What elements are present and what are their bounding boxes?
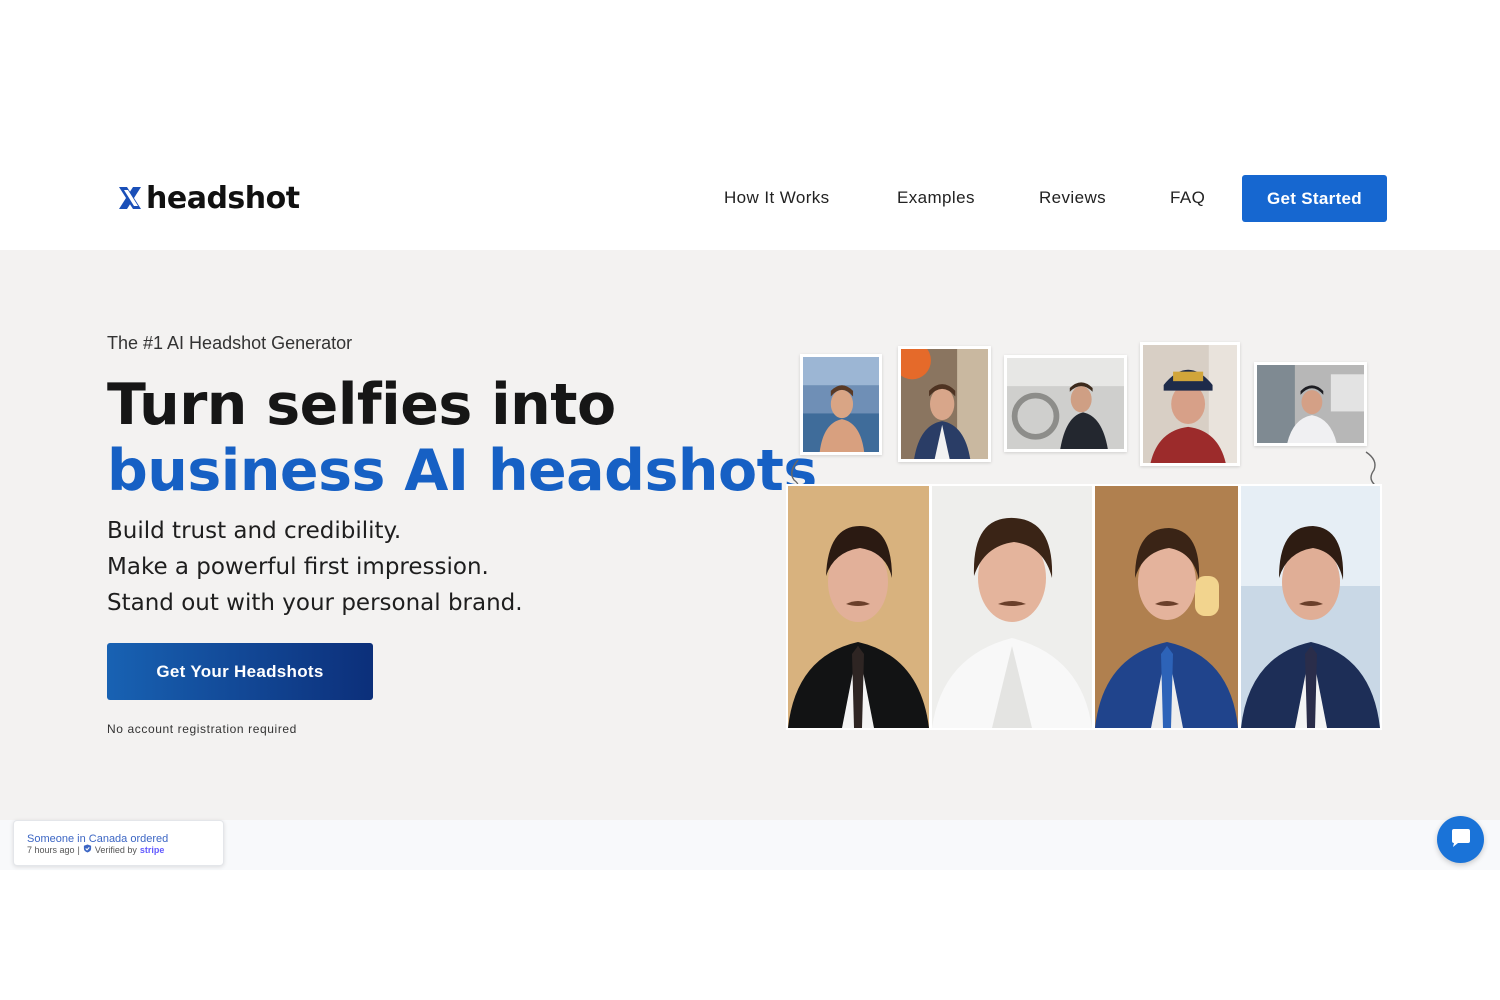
toast-divider: | <box>77 844 80 855</box>
nav-how-it-works[interactable]: How It Works <box>724 188 830 208</box>
nav-reviews[interactable]: Reviews <box>1039 188 1106 208</box>
get-your-headshots-button[interactable]: Get Your Headshots <box>107 643 373 700</box>
order-notification-toast[interactable]: Someone in Canada ordered 7 hours ago | … <box>13 820 224 866</box>
top-whitespace <box>0 0 1500 150</box>
logo[interactable]: headshot <box>116 180 300 216</box>
nav-faq[interactable]: FAQ <box>1170 188 1205 208</box>
toast-meta: 7 hours ago | Verified by stripe <box>27 844 164 855</box>
selfie-image <box>800 354 882 455</box>
chat-bubble-icon <box>1449 826 1473 853</box>
headshot-image <box>788 486 929 728</box>
headshot-results-strip <box>786 484 1382 730</box>
chat-launcher-button[interactable] <box>1437 816 1484 863</box>
headshot-image <box>932 486 1092 728</box>
nav-examples[interactable]: Examples <box>897 188 975 208</box>
bottom-band <box>0 820 1500 870</box>
selfie-image <box>1004 355 1127 452</box>
headshot-image <box>1095 486 1238 728</box>
stripe-logo: stripe <box>139 844 165 855</box>
hero-bullet: Build trust and credibility. <box>107 518 402 544</box>
logo-text: headshot <box>146 180 300 216</box>
get-started-button[interactable]: Get Started <box>1242 175 1387 222</box>
x-logo-icon <box>116 184 144 212</box>
hero-bullet: Make a powerful first impression. <box>107 554 489 580</box>
selfie-image <box>898 346 991 462</box>
toast-time: 7 hours ago <box>27 844 75 855</box>
selfie-image <box>1140 342 1240 466</box>
selfie-image <box>1254 362 1367 446</box>
hero-headline-line1: Turn selfies into <box>107 372 616 438</box>
shield-check-icon <box>83 844 92 855</box>
hero-bullet: Stand out with your personal brand. <box>107 590 523 616</box>
headshot-image <box>1241 486 1380 728</box>
verified-label: Verified by <box>94 844 137 855</box>
hero-headline-line2: business AI headshots <box>107 438 817 504</box>
hero-eyebrow: The #1 AI Headshot Generator <box>107 333 353 353</box>
cta-note: No account registration required <box>107 722 297 736</box>
